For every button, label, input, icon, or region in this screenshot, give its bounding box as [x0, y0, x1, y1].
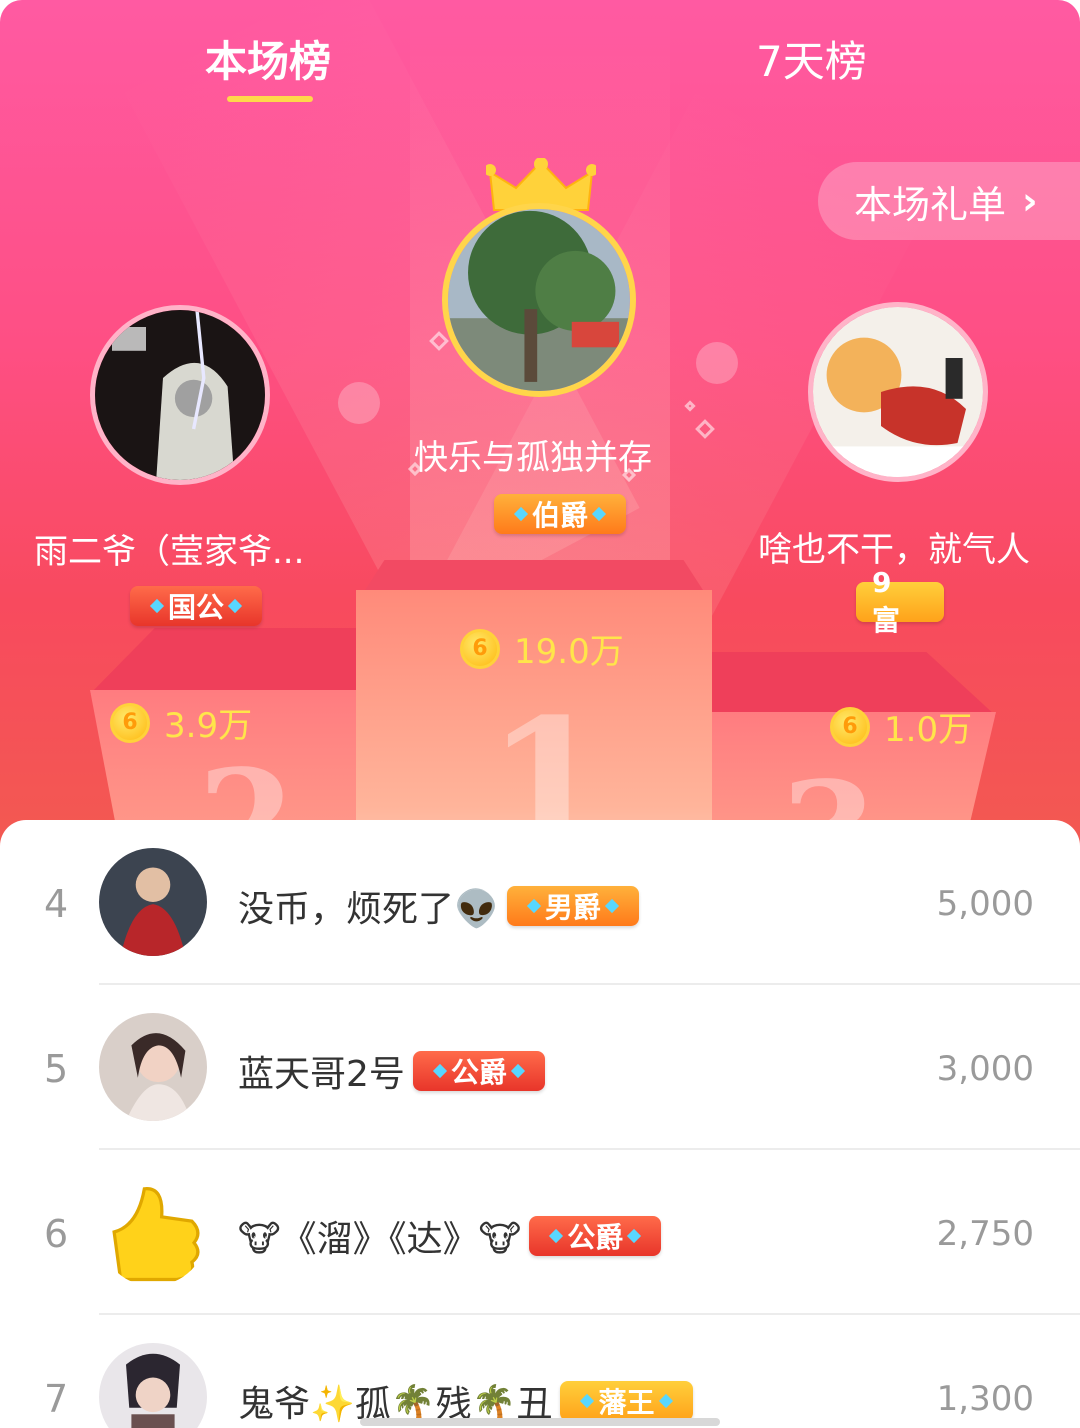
- rank-badge: 男爵: [506, 886, 639, 926]
- avatar[interactable]: [99, 1178, 207, 1286]
- rank-badge: 国公: [130, 586, 263, 626]
- podium-second-top: [90, 628, 360, 694]
- scroll-indicator: [360, 1418, 720, 1426]
- gem-icon: [591, 506, 607, 522]
- coin-icon: 6: [830, 706, 870, 747]
- rank-badge: 公爵: [529, 1216, 662, 1256]
- avatar[interactable]: [99, 848, 207, 956]
- gem-icon: [627, 1228, 642, 1244]
- user-name: 没币，烦死了👽: [238, 889, 499, 930]
- badge-label: 公爵: [450, 1056, 507, 1089]
- contribution-value: 3,000: [936, 1049, 1034, 1089]
- rank-number: 7: [44, 1377, 69, 1421]
- gem-icon: [658, 1393, 673, 1409]
- badge-label: 国公: [168, 591, 225, 624]
- gem-icon: [149, 598, 165, 614]
- first-place-name: 快乐与孤独并存: [414, 438, 652, 478]
- list-item[interactable]: 4 没币，烦死了👽 男爵 5,000: [0, 820, 1080, 985]
- rank-number: 4: [44, 882, 69, 926]
- third-place-name: 啥也不干，就气人: [758, 530, 1030, 570]
- badge-label: 9 富: [872, 565, 901, 637]
- chevron-right-icon: ›: [1022, 179, 1038, 223]
- badge-label: 公爵: [567, 1221, 624, 1254]
- user-info: 🐮《溜》《达》🐮 公爵: [238, 1210, 662, 1262]
- user-info: 没币，烦死了👽 男爵: [238, 880, 639, 932]
- ranking-list[interactable]: 4 没币，烦死了👽 男爵 5,000 5 蓝天哥2号 公爵 3,000 6 🐮《…: [0, 820, 1080, 1428]
- tab-seven-days[interactable]: 7天榜: [756, 28, 867, 89]
- gem-icon: [227, 598, 243, 614]
- user-info: 蓝天哥2号 公爵: [238, 1045, 545, 1097]
- score-value: 19.0万: [514, 632, 624, 672]
- gem-icon: [432, 1063, 447, 1079]
- gem-icon: [513, 506, 529, 522]
- list-item[interactable]: 6 🐮《溜》《达》🐮 公爵 2,750: [0, 1150, 1080, 1315]
- contribution-value: 2,750: [936, 1214, 1034, 1254]
- badge-label: 男爵: [544, 891, 601, 924]
- gem-icon: [580, 1393, 595, 1409]
- rank-number: 5: [44, 1047, 69, 1091]
- tab-current-session[interactable]: 本场榜: [205, 28, 331, 89]
- list-item[interactable]: 7 鬼爷✨孤🌴残🌴丑 藩王 1,300: [0, 1315, 1080, 1428]
- avatar-first[interactable]: [442, 203, 636, 397]
- gem-icon: [604, 898, 619, 914]
- score-value: 1.0万: [884, 710, 973, 750]
- leaderboard-header: 本场榜 7天榜 本场礼单 › 1 2 3 快乐与孤独并存 雨二爷（莹家爷... …: [0, 0, 1080, 860]
- decor-bubble: [338, 382, 380, 424]
- badge-label: 伯爵: [532, 499, 589, 532]
- rank-badge: 伯爵: [494, 494, 627, 534]
- wealth-level-badge: 9 富: [856, 566, 944, 637]
- coin-icon: 6: [110, 702, 150, 743]
- rank-badge: 公爵: [412, 1051, 545, 1091]
- user-name: 蓝天哥2号: [238, 1054, 405, 1095]
- gem-icon: [549, 1228, 564, 1244]
- contribution-value: 1,300: [936, 1379, 1034, 1419]
- gem-icon: [510, 1063, 525, 1079]
- gem-icon: [526, 898, 541, 914]
- gift-list-button[interactable]: 本场礼单 ›: [818, 162, 1080, 240]
- tab-active-indicator: [227, 96, 313, 102]
- second-place-name: 雨二爷（莹家爷...: [34, 532, 305, 572]
- list-item[interactable]: 5 蓝天哥2号 公爵 3,000: [0, 985, 1080, 1150]
- second-place-score: 6 3.9万: [110, 698, 252, 747]
- rank-number: 6: [44, 1212, 69, 1256]
- rank-badge: 藩王: [560, 1381, 693, 1421]
- badge-label: 藩王: [598, 1386, 655, 1419]
- avatar[interactable]: [99, 1013, 207, 1121]
- first-place-score: 6 19.0万: [460, 624, 624, 673]
- avatar-third[interactable]: [808, 302, 988, 482]
- user-name: 🐮《溜》《达》🐮: [238, 1219, 522, 1260]
- contribution-value: 5,000: [936, 884, 1034, 924]
- avatar-second[interactable]: [90, 305, 270, 485]
- tab-bar: 本场榜 7天榜: [0, 0, 1080, 110]
- gift-list-label: 本场礼单: [854, 182, 1007, 227]
- avatar[interactable]: [99, 1343, 207, 1428]
- coin-icon: 6: [460, 628, 500, 669]
- third-place-score: 6 1.0万: [830, 702, 972, 751]
- decor-bubble: [696, 342, 738, 384]
- score-value: 3.9万: [164, 706, 253, 746]
